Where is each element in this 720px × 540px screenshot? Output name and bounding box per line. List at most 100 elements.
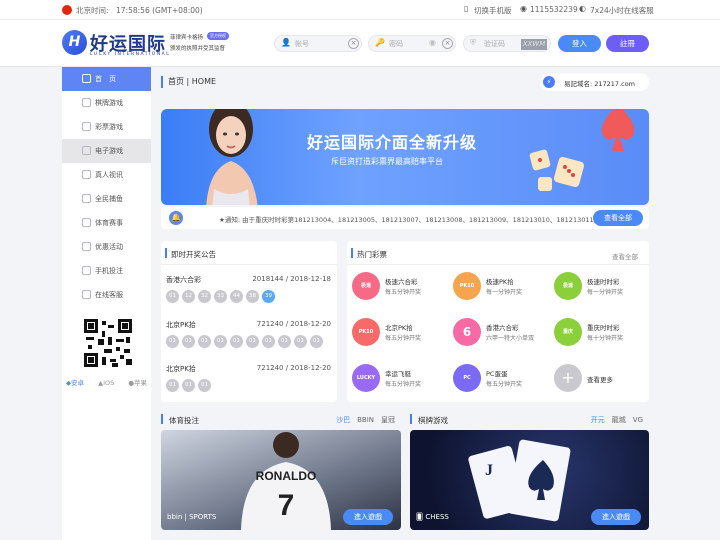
- section-title: 体育投注: [169, 416, 199, 425]
- tab-bbin[interactable]: BBIN: [357, 416, 374, 424]
- key-icon: 🔑: [375, 38, 385, 47]
- ios-link[interactable]: ▲IOS: [98, 379, 120, 387]
- hero-banner[interactable]: 好运国际介面全新升级 斥巨资打造彩票界最高赔率平台: [161, 109, 649, 205]
- enter-game-button[interactable]: 進入遊戲: [343, 509, 393, 525]
- view-all-notices-button[interactable]: 查看全部: [593, 210, 643, 226]
- sports-card[interactable]: RONALDO 7 bbin | SPORTS 進入遊戲: [161, 430, 401, 530]
- header: H 好运国际 LUCKY INTERNATIONAL 菲律宾卡格扬 官方授权 颁…: [0, 20, 720, 67]
- sidebar-item-mobile[interactable]: 手机投注: [62, 259, 151, 283]
- sidebar-item-support[interactable]: 在线客服: [62, 283, 151, 307]
- chess-section-header: 棋牌游戏 开元 龍城 VG: [410, 411, 649, 429]
- notice-text: ★通知: 由于重庆时时彩第181213004、181213005、1812130…: [219, 216, 594, 224]
- dice-icon: [529, 149, 585, 191]
- top-bar: 北京时间: 17:58:56 (GMT+08:00) ▯ 切换手机版 ◉ 111…: [0, 0, 720, 20]
- banner-subtitle: 斥巨资打造彩票界最高赔率平台: [331, 157, 443, 166]
- hot-lottery-item[interactable]: 6 香港六合彩 六甲一特大小单双: [453, 317, 548, 351]
- tab-crown[interactable]: 皇冠: [381, 416, 395, 424]
- switch-mobile-link[interactable]: 切换手机版: [474, 5, 512, 16]
- lottery-icon: 6: [453, 318, 481, 346]
- register-button[interactable]: 註冊: [606, 35, 649, 52]
- lottery-icon: [82, 122, 91, 131]
- banner-pagination[interactable]: [371, 194, 431, 205]
- password-input[interactable]: 🔑 密码 ◉ ×: [368, 35, 456, 52]
- ball-icon: [82, 218, 91, 227]
- video-icon: [82, 170, 91, 179]
- model-illustration: [206, 109, 258, 205]
- view-all-hot-link[interactable]: 查看全部: [612, 251, 638, 261]
- eye-icon[interactable]: ◉: [429, 38, 436, 47]
- customer-service-icon: ◐: [579, 4, 586, 13]
- panel-title: 即时开奖公告: [171, 250, 216, 259]
- svg-text:J: J: [485, 462, 493, 479]
- lottery-icon: PK10: [352, 318, 380, 346]
- headset-icon: [82, 290, 91, 299]
- page-title: 首页 | HOME: [168, 77, 217, 86]
- cards-icon: [82, 98, 91, 107]
- home-icon: [82, 74, 91, 83]
- spade-icon: [601, 109, 635, 151]
- lottery-icon: PK10: [453, 272, 481, 300]
- fish-icon: [82, 194, 91, 203]
- sidebar-item-fishing[interactable]: 全民捕鱼: [62, 187, 151, 211]
- mobile-icon: ▯: [464, 4, 469, 13]
- gift-icon: [82, 242, 91, 251]
- tab-kaiyuan[interactable]: 开元: [591, 416, 605, 424]
- notice-bar: 🔔 ★通知: 由于重庆时时彩第181213004、181213005、18121…: [161, 207, 649, 229]
- sidebar-item-sports[interactable]: 体育赛事: [62, 211, 151, 235]
- ball-set: 01 01 01: [166, 379, 214, 392]
- hot-lottery-item[interactable]: 极速 极速六合彩 每五分钟开奖: [352, 271, 447, 305]
- clear-icon[interactable]: ×: [348, 38, 359, 49]
- beijing-time: 北京时间: 17:58:56 (GMT+08:00): [76, 6, 203, 15]
- hot-lottery-item[interactable]: PK10 极速PK拾 每一分钟开奖: [453, 271, 548, 305]
- sidebar-item-lottery[interactable]: 彩票游戏: [62, 115, 151, 139]
- lottery-icon: LUCKY: [352, 364, 380, 392]
- qq-icon: ◉: [520, 4, 527, 13]
- slot-icon: [82, 146, 91, 155]
- customer-service-link[interactable]: 7x24小时在线客服: [590, 5, 654, 16]
- apple-link[interactable]: ●苹果: [128, 379, 153, 387]
- hot-lottery-item[interactable]: PC PC蛋蛋 每五分钟开奖: [453, 363, 548, 397]
- qr-code: [84, 319, 132, 367]
- banner-title: 好运国际介面全新升级: [307, 133, 478, 152]
- hot-lottery-item[interactable]: 重庆 重庆时时彩 每十分钟开奖: [554, 317, 649, 351]
- easy-domain-badge: ⚡ 易記域名: 217217.com: [540, 73, 649, 91]
- hot-lottery-item[interactable]: 极速 极速时时彩 每一分钟开奖: [554, 271, 649, 305]
- playing-cards-illustration: J: [468, 439, 571, 522]
- lottery-icon: 极速: [352, 272, 380, 300]
- bell-icon: 🔔: [169, 211, 183, 225]
- android-link[interactable]: ◆安卓: [66, 379, 90, 387]
- shield-icon: ⛨: [470, 38, 476, 47]
- logo-icon[interactable]: H: [62, 30, 87, 55]
- jersey-name: RONALDO: [256, 469, 317, 483]
- ball-set: 01 12 32 33 44 38 39: [166, 290, 278, 303]
- hot-lottery-item[interactable]: LUCKY 幸运飞艇 每五分钟开奖: [352, 363, 447, 397]
- logo-subtitle: LUCKY INTERNATIONAL: [90, 52, 171, 57]
- tab-shaba[interactable]: 沙巴: [336, 416, 350, 424]
- sidebar-item-home[interactable]: 首 页: [62, 67, 151, 91]
- lottery-icon: PC: [453, 364, 481, 392]
- lightning-icon: ⚡: [543, 76, 555, 88]
- sidebar-item-promotions[interactable]: 优惠活动: [62, 235, 151, 259]
- user-icon: 👤: [281, 38, 291, 47]
- enter-game-button[interactable]: 進入遊戲: [591, 509, 641, 525]
- account-input[interactable]: 👤 帐号 ×: [274, 35, 362, 52]
- login-button[interactable]: 登入: [558, 35, 601, 52]
- hot-lottery-item[interactable]: PK10 北京PK拾 每五分钟开奖: [352, 317, 447, 351]
- slogan-line-2: 颁发的执照并受其监督: [170, 46, 226, 52]
- china-flag-icon: [62, 5, 72, 15]
- chess-card[interactable]: J 🂠 CHESS 進入遊戲: [410, 430, 649, 530]
- app-download-links: ◆安卓 ▲IOS ●苹果: [66, 377, 159, 387]
- phone-icon: [82, 266, 91, 275]
- sidebar-item-slots[interactable]: 电子游戏: [62, 139, 151, 163]
- captcha-image[interactable]: XXWM: [521, 39, 547, 50]
- view-more-button[interactable]: + 查看更多: [554, 363, 649, 397]
- clear-icon[interactable]: ×: [442, 38, 453, 49]
- tab-vg[interactable]: VG: [633, 416, 643, 424]
- sports-section-header: 体育投注 沙巴 BBIN 皇冠: [161, 411, 401, 429]
- section-title: 棋牌游戏: [418, 416, 448, 425]
- sidebar-item-chess[interactable]: 棋牌游戏: [62, 91, 151, 115]
- ball-set: 01 01 01 01 01 01 01 01 01 01: [166, 335, 323, 348]
- tab-longcheng[interactable]: 龍城: [612, 416, 626, 424]
- bbin-sports-logo: bbin | SPORTS: [167, 513, 217, 521]
- sidebar-item-live[interactable]: 真人视讯: [62, 163, 151, 187]
